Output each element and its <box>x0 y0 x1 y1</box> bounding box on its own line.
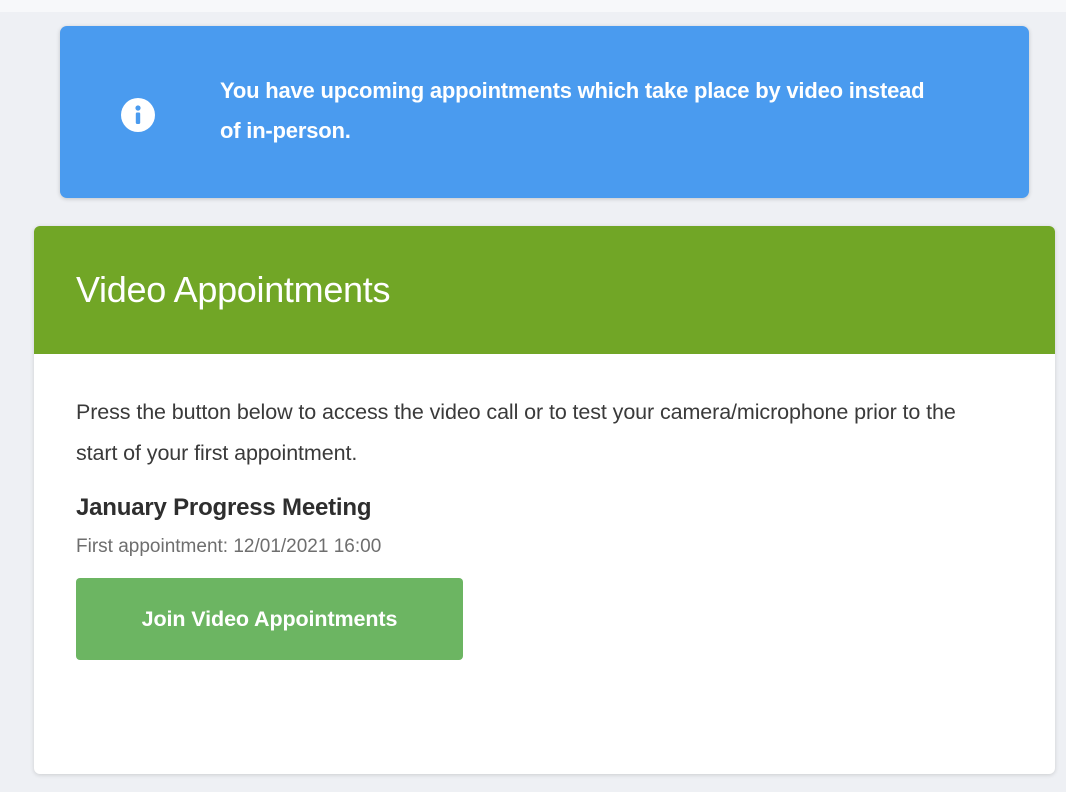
card-body: Press the button below to access the vid… <box>34 354 1055 660</box>
info-alert: You have upcoming appointments which tak… <box>60 26 1029 198</box>
info-icon <box>121 98 155 132</box>
page-top-edge <box>0 0 1066 12</box>
intro-text: Press the button below to access the vid… <box>76 400 956 465</box>
alert-message: You have upcoming appointments which tak… <box>220 78 925 143</box>
join-video-appointments-button[interactable]: Join Video Appointments <box>76 578 463 660</box>
first-appointment-date: First appointment: 12/01/2021 16:00 <box>76 536 382 557</box>
card-header: Video Appointments <box>34 226 1055 354</box>
card-title: Video Appointments <box>76 269 391 310</box>
video-appointments-card: Video Appointments Press the button belo… <box>34 226 1055 774</box>
event-name: January Progress Meeting <box>76 494 372 521</box>
